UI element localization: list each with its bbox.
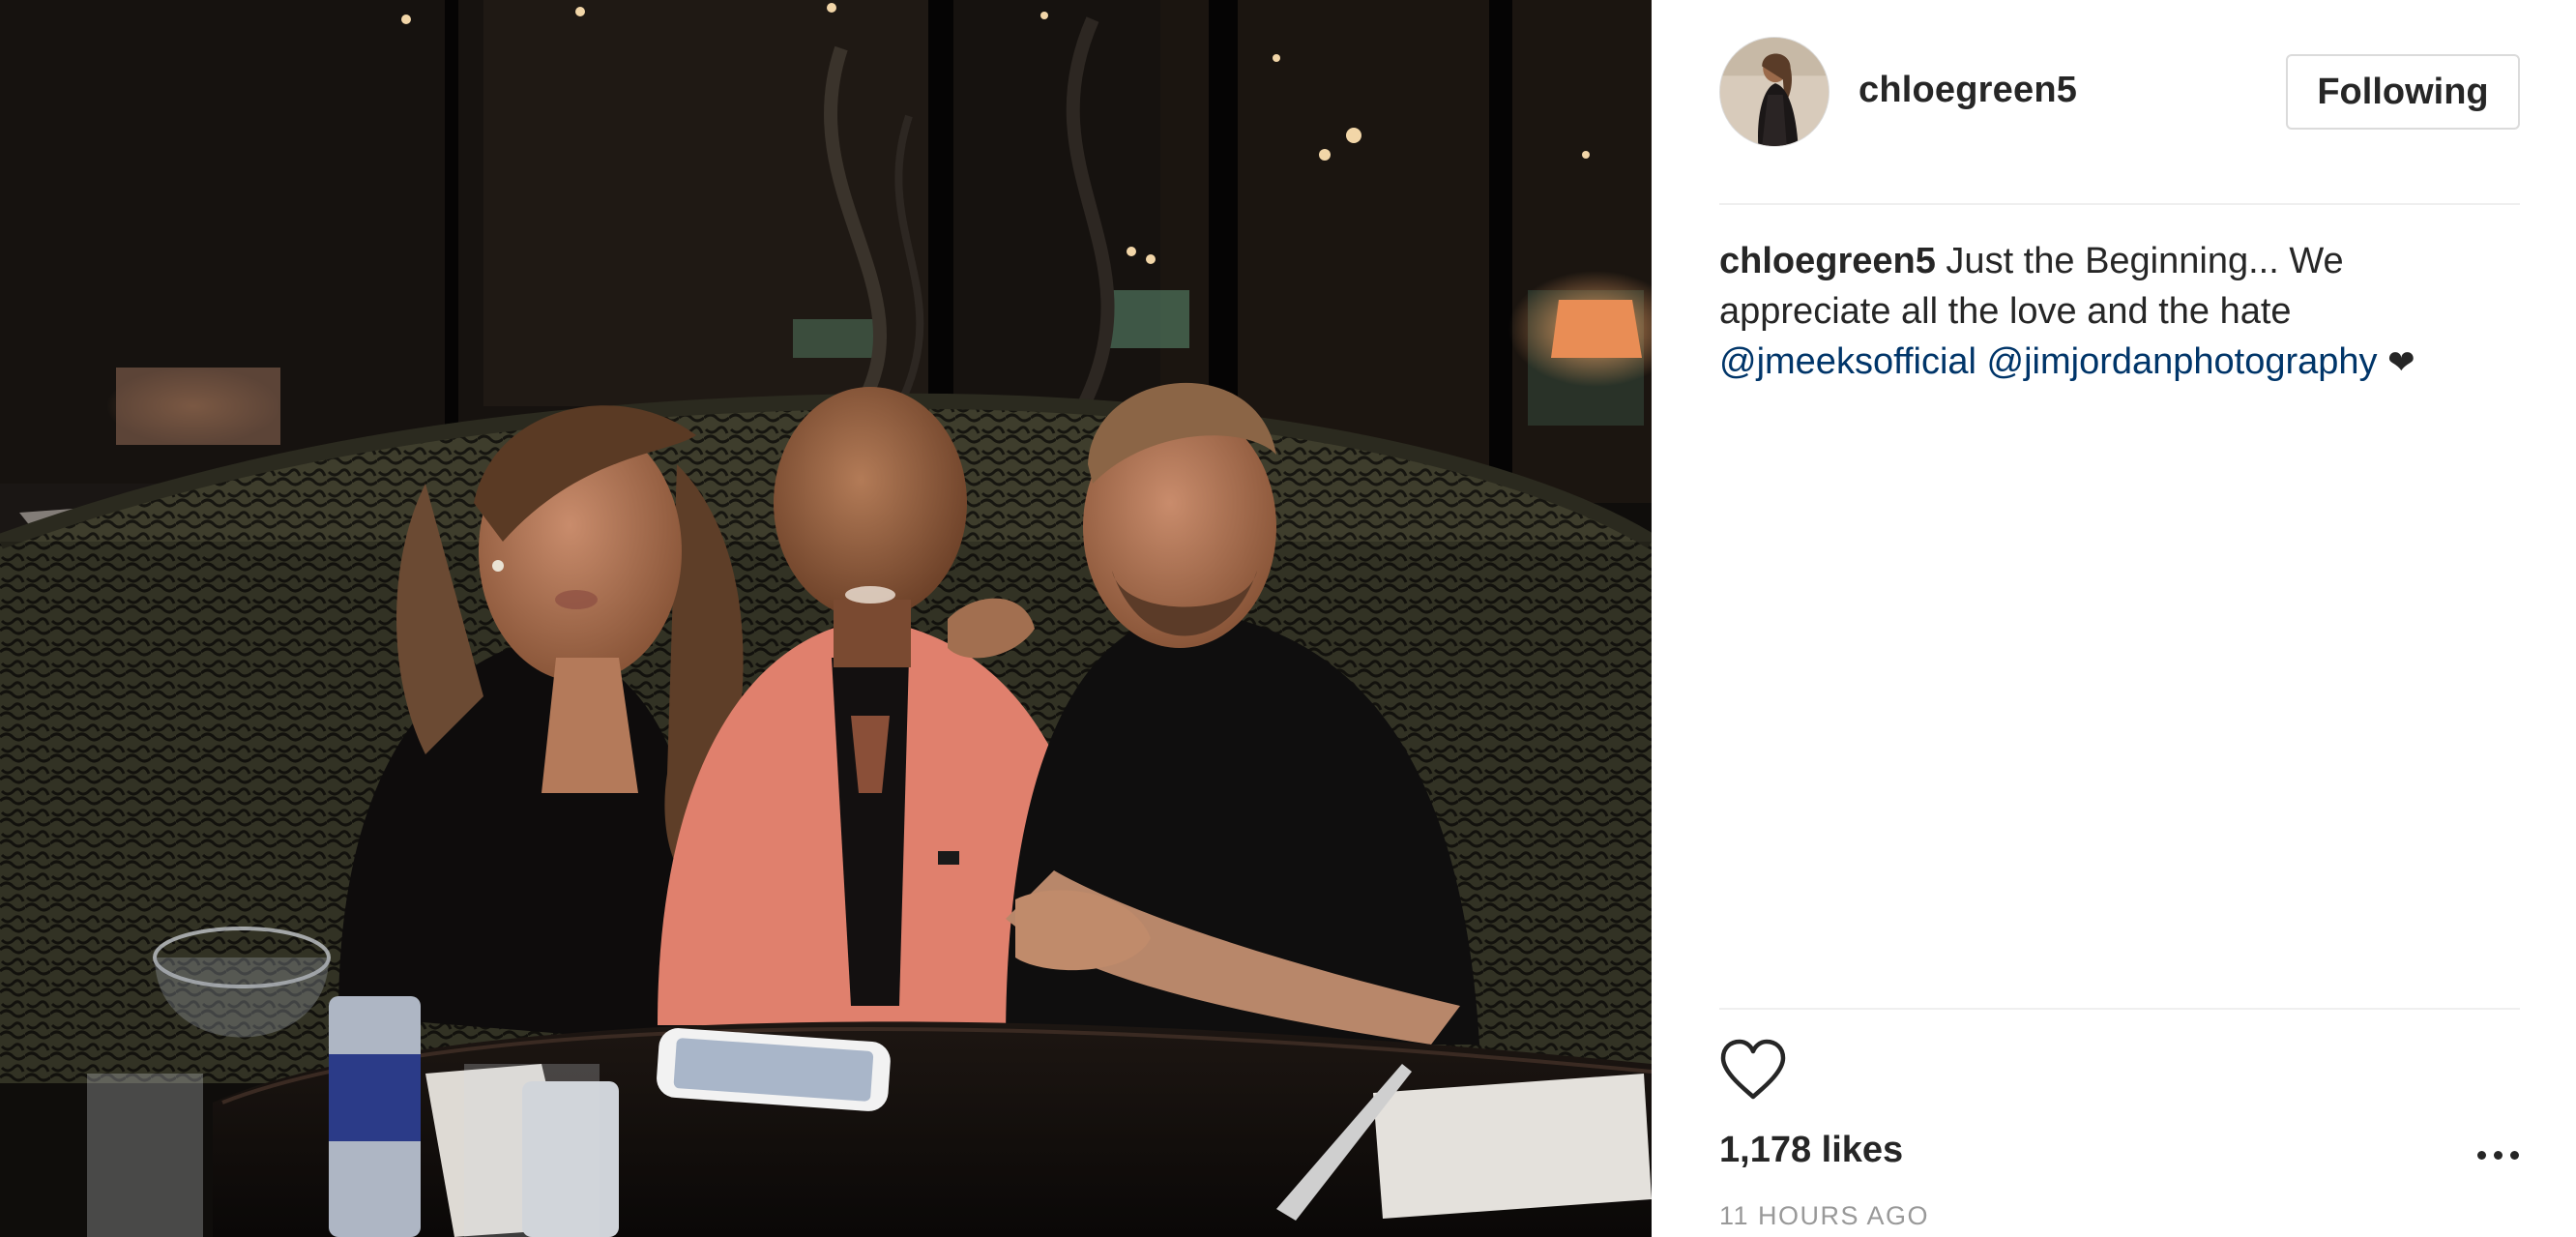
post-photo[interactable] <box>0 0 1652 1237</box>
caption-username[interactable]: chloegreen5 <box>1719 241 1936 281</box>
actions-divider <box>1719 1008 2520 1010</box>
avatar-image <box>1720 38 1829 146</box>
mention-jimjordanphotography[interactable]: @jimjordanphotography <box>1987 341 2378 382</box>
post-photo-image <box>0 0 1652 1237</box>
header-divider <box>1719 203 2520 205</box>
heart-emoji: ❤ <box>2387 344 2415 381</box>
likes-count[interactable]: 1,178 likes <box>1719 1130 1903 1171</box>
post-timestamp[interactable]: 11 HOURS AGO <box>1719 1201 1929 1231</box>
post-actions <box>1719 1039 1797 1106</box>
more-options-icon[interactable] <box>2477 1145 2520 1164</box>
header-username[interactable]: chloegreen5 <box>1859 70 2077 111</box>
mention-jmeeksofficial[interactable]: @jmeeksofficial <box>1719 341 1976 382</box>
post-header: chloegreen5 Following <box>1719 37 2520 149</box>
post-details-panel: chloegreen5 Following chloegreen5 Just t… <box>1652 0 2576 1237</box>
following-button[interactable]: Following <box>2286 54 2520 130</box>
profile-avatar[interactable] <box>1719 37 1830 147</box>
post-caption: chloegreen5 Just the Beginning... We app… <box>1719 236 2520 388</box>
heart-outline-icon[interactable] <box>1719 1039 1787 1101</box>
